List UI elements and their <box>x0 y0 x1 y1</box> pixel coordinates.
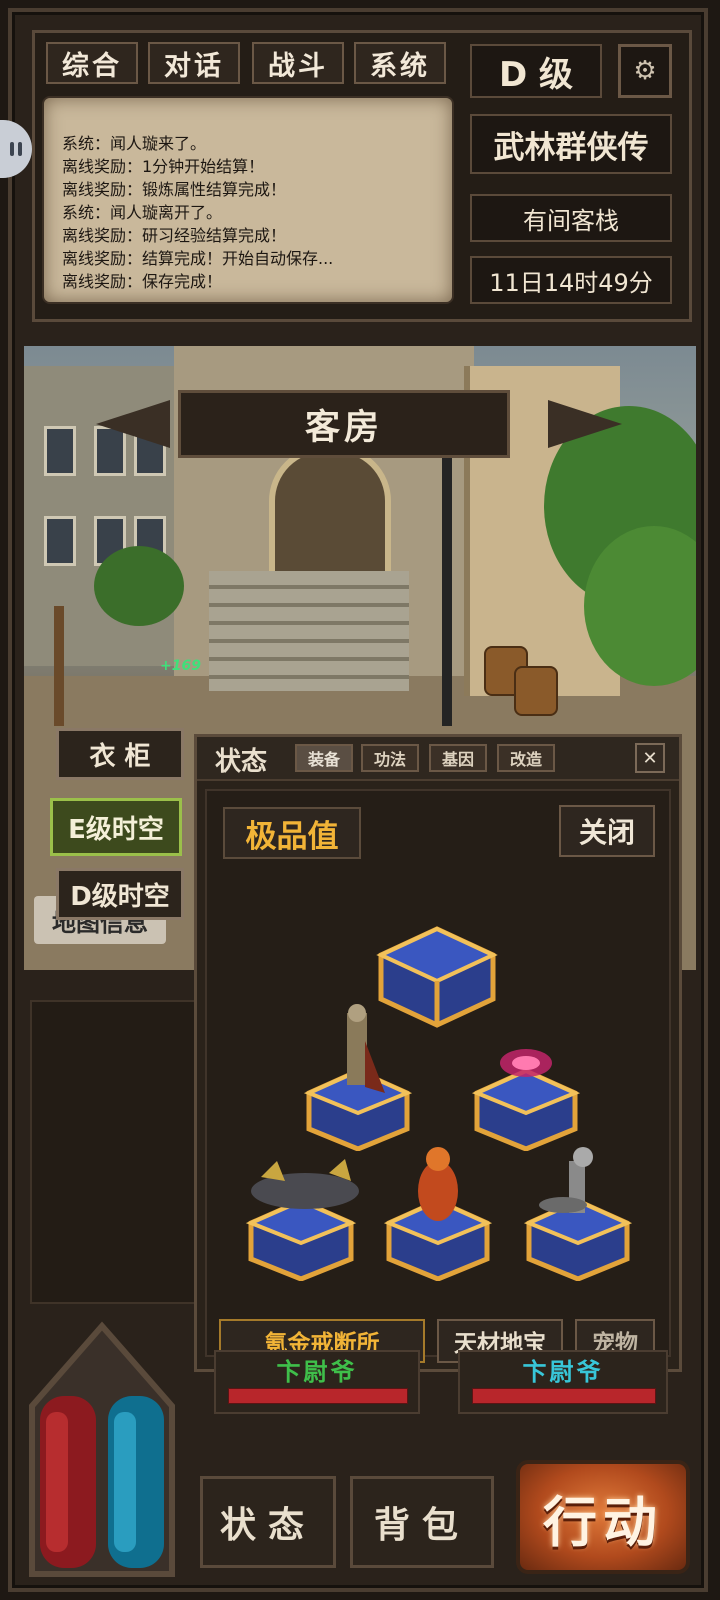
log-line: 离线奖励：研习经验结算完成！ <box>62 226 287 245</box>
message-log[interactable]: 系统：闻人璇来了。 离线奖励：1分钟开始结算！ 离线奖励：锻炼属性结算完成！ 系… <box>44 98 452 302</box>
lower-left-panel <box>30 1000 204 1304</box>
status-header: 状态 装备 功法 基因 改造 ✕ <box>197 737 679 781</box>
log-line: 离线奖励：保存完成！ <box>62 272 223 291</box>
fire-creature-chest-icon[interactable] <box>383 1141 493 1281</box>
right-enemy-name: 卞尉爷 <box>522 1358 604 1386</box>
left-enemy-name: 卞尉爷 <box>276 1358 358 1386</box>
left-hp-fill <box>228 1388 408 1404</box>
right-hp-fill <box>472 1388 656 1404</box>
close-icon[interactable]: ✕ <box>635 743 665 773</box>
quality-value-button[interactable]: 极品值 <box>223 807 361 859</box>
bag-button[interactable]: 背包 <box>350 1476 494 1568</box>
log-line: 系统：闻人璇来了。 <box>62 134 207 153</box>
scene-signpost <box>54 606 64 726</box>
game-time: 11日14时49分 <box>470 256 672 304</box>
right-enemy-bar: 卞尉爷 <box>458 1350 668 1414</box>
status-window: 状态 装备 功法 基因 改造 ✕ 极品值 关闭 氪金戒断所 天材地宝 宠物 <box>194 734 682 1372</box>
chat-tab-battle[interactable]: 战斗 <box>252 42 344 84</box>
location-label: 有间客栈 <box>470 194 672 242</box>
status-button[interactable]: 状态 <box>200 1476 336 1568</box>
scene-stairs <box>209 571 409 691</box>
next-room-arrow[interactable] <box>548 400 622 448</box>
log-line: 离线奖励：1分钟开始结算！ <box>62 157 265 176</box>
d-rank-space-button[interactable]: D级时空 <box>56 868 184 920</box>
tab-equipment[interactable]: 装备 <box>295 744 353 772</box>
gear-icon: ⚙ <box>633 56 657 86</box>
log-line: 系统：闻人璇离开了。 <box>62 203 223 222</box>
scene-lamp-post <box>442 446 452 726</box>
status-window-title: 状态 <box>215 747 268 777</box>
warrior-figure-chest-icon[interactable] <box>303 1001 413 1151</box>
tab-skills[interactable]: 功法 <box>361 744 419 772</box>
chat-tab-all[interactable]: 综合 <box>46 42 138 84</box>
scene-bush <box>94 546 184 626</box>
beast-mount-chest-icon[interactable] <box>241 1151 371 1281</box>
chat-tab-system[interactable]: 系统 <box>354 42 446 84</box>
room-name-banner: 客房 <box>178 390 510 458</box>
skeleton-pet-chest-icon[interactable] <box>523 1141 633 1281</box>
tab-genes[interactable]: 基因 <box>429 744 487 772</box>
magic-orb-chest-icon[interactable] <box>471 1021 581 1151</box>
close-button[interactable]: 关闭 <box>559 805 655 857</box>
log-line: 离线奖励：锻炼属性结算完成！ <box>62 180 287 199</box>
game-title: 武林群侠传 <box>470 114 672 174</box>
rank-badge: D 级 <box>470 44 602 98</box>
chat-tab-dialogue[interactable]: 对话 <box>148 42 240 84</box>
log-line: 离线奖励：结算完成！开始自动保存... <box>62 249 334 268</box>
action-button[interactable]: 行动 <box>516 1460 690 1574</box>
prev-room-arrow[interactable] <box>96 400 170 448</box>
wardrobe-button[interactable]: 衣 柜 <box>56 728 184 780</box>
hp-mp-gauge <box>29 1321 175 1577</box>
scene-barrel <box>514 666 558 716</box>
left-enemy-bar: 卞尉爷 <box>214 1350 420 1414</box>
status-body: 极品值 关闭 氪金戒断所 天材地宝 宠物 <box>205 789 671 1363</box>
e-rank-space-button[interactable]: E级时空 <box>50 798 182 856</box>
settings-button[interactable]: ⚙ <box>618 44 672 98</box>
floating-gain-text: +169 <box>160 658 201 674</box>
tab-modify[interactable]: 改造 <box>497 744 555 772</box>
